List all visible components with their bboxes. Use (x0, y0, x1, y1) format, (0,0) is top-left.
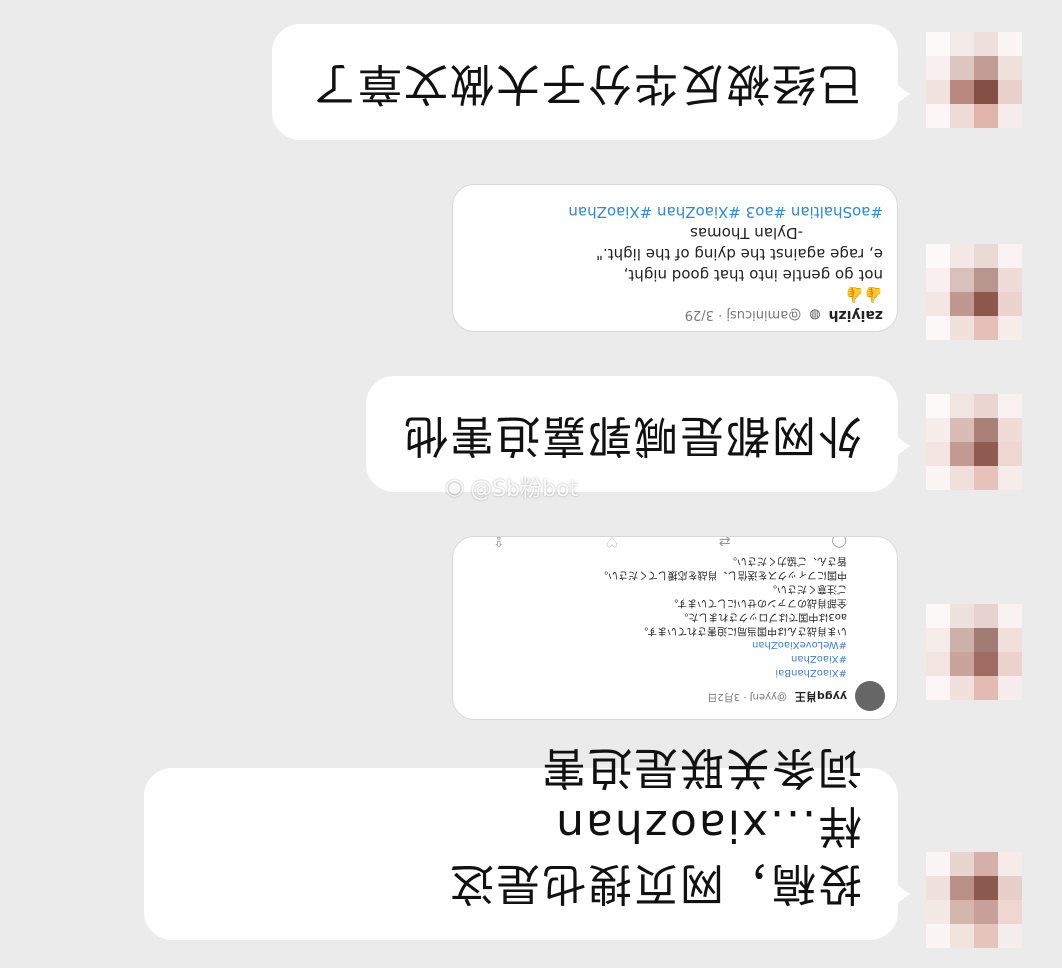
like-icon[interactable]: ♡ (606, 536, 619, 549)
watermark: ◉ @Sb粉bot (445, 471, 578, 503)
avatar[interactable] (926, 604, 1022, 700)
tweet-text-line: 皆さん、ご協力ください。 (727, 555, 847, 566)
avatar[interactable] (926, 852, 1022, 948)
tweet-hashtag[interactable]: #WeLoveXiaoZhan (465, 637, 847, 651)
tweet-author: zaiyizh (828, 307, 883, 323)
tweet-hashtag[interactable]: #XiaoZhan (465, 651, 847, 665)
tweet-author: yygq肖王 (794, 690, 847, 703)
reply-icon[interactable]: ◯ (831, 536, 847, 549)
share-icon[interactable]: ⇪ (493, 536, 505, 549)
message-text: 已经被反华分子大做文章了 (310, 58, 862, 109)
tweet-screenshot[interactable]: yygq肖王 @yyenJ · 3月2日 #XiaoZhanBai #XiaoZ… (452, 536, 898, 720)
globe-icon: ◍ (809, 307, 821, 323)
tweet-hashtag-line[interactable]: #aoShaltian #ao3 #XiaoZhan #XiaoZhan (467, 201, 883, 222)
message-text: 投稿，网页搜也是这样...xiaozhan 词条关联是迫害 (448, 742, 862, 909)
watermark-text: @Sb粉bot (470, 477, 579, 502)
tweet-text-line: 全部肖战のファンのせいにしています。 (668, 597, 847, 608)
tweet-text-line: ご注意ください。 (767, 583, 847, 594)
message-bubble[interactable]: 已经被反华分子大做文章了 (272, 24, 910, 140)
tweet-avatar (855, 681, 885, 711)
tweet-text-line: e, rage against the dying of the light." (596, 245, 883, 263)
tweet-text-line: いま肖战さんは中国当局に迫害されています。 (638, 625, 847, 636)
bubble-tail (896, 884, 910, 904)
tweet-text-line: 中国にフィックスを送信し、肖战を応援してください。 (598, 569, 847, 580)
message-bubble[interactable]: 投稿，网页搜也是这样...xiaozhan 词条关联是迫害 (144, 742, 910, 940)
tweet-handle: @aminicusj · 3/29 (684, 307, 802, 323)
weibo-logo-icon: ◉ (445, 474, 465, 500)
tweet-screenshot[interactable]: zaiyizh ◍ @aminicusj · 3/29 👍👍 not go ge… (452, 184, 898, 332)
tweet-text-line: ao3は中国ではブロックされました。 (678, 611, 847, 622)
retweet-icon[interactable]: ⇄ (719, 536, 731, 549)
avatar[interactable] (926, 244, 1022, 340)
tweet-text-line: not go gentle into that good night, (623, 266, 883, 284)
bubble-tail (896, 84, 910, 104)
tweet-hashtag[interactable]: #XiaoZhanBai (465, 665, 847, 679)
tweet-text-line: -Dylan Thomas (690, 224, 803, 242)
tweet-handle: @yyenJ · 3月2日 (707, 691, 787, 702)
emoji-icon: 👍👍 (845, 286, 883, 304)
avatar[interactable] (926, 32, 1022, 128)
bubble-tail (896, 436, 910, 456)
avatar[interactable] (926, 394, 1022, 490)
